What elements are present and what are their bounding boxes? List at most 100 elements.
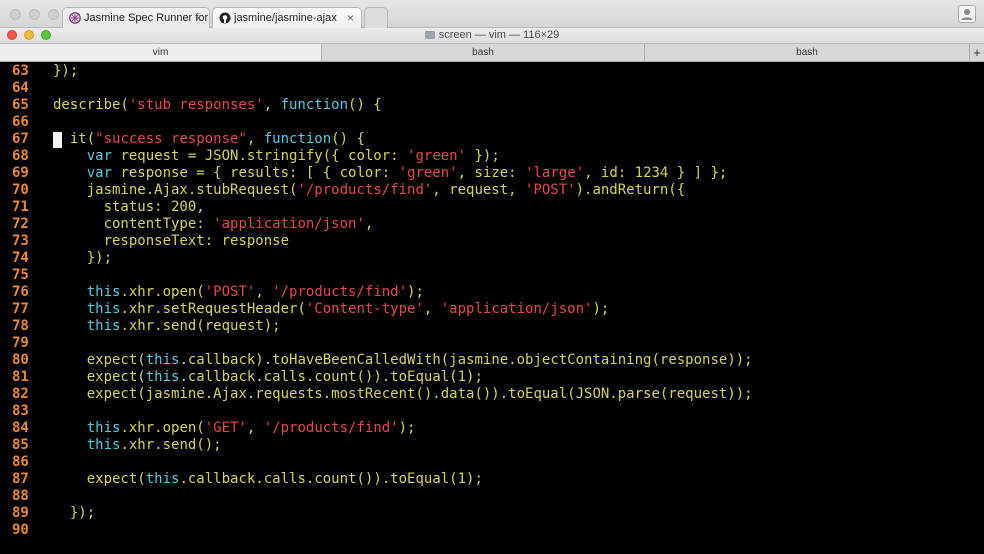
code-token: 'large' xyxy=(525,165,585,181)
close-tab-icon[interactable]: × xyxy=(195,11,202,25)
folder-icon xyxy=(424,31,435,39)
code-token: this xyxy=(86,301,121,317)
code-token: ); xyxy=(592,301,610,317)
terminal-tab-bash[interactable]: bash xyxy=(322,44,645,61)
code-token: this xyxy=(145,471,180,487)
code-token: expect( xyxy=(86,471,146,487)
code-token: expect(jasmine.Ajax.requests.mostRecent(… xyxy=(86,386,753,402)
code-token: function xyxy=(280,97,349,113)
close-window-button[interactable] xyxy=(10,9,21,20)
code-token: var xyxy=(86,165,113,181)
line-number: 64 xyxy=(12,80,29,96)
code-token: .xhr.open( xyxy=(120,420,205,436)
new-terminal-tab-button[interactable]: + xyxy=(970,44,984,61)
code-text: expect(this.callback.calls.count()).toEq… xyxy=(53,471,483,488)
line-number: 66 xyxy=(12,114,29,130)
code-token: , xyxy=(255,284,273,300)
profile-icon[interactable] xyxy=(958,5,976,23)
code-text: this.xhr.send(request); xyxy=(53,318,281,335)
terminal-title-bar: screen — vim — 116×29 xyxy=(0,28,984,44)
line-number: 89 xyxy=(12,505,29,521)
code-text: contentType: 'application/json', xyxy=(53,216,374,233)
terminal-window-title: screen — vim — 116×29 xyxy=(0,29,984,41)
minimize-window-button[interactable] xyxy=(29,9,40,20)
vim-editor[interactable]: 63}); 64 65 describe('stub responses', func… xyxy=(0,62,984,554)
browser-tab-label: Jasmine Spec Runner for t xyxy=(84,12,209,24)
code-text: responseText: response xyxy=(53,233,289,250)
code-token: .callback.calls.count()).toEqual(1); xyxy=(179,471,483,487)
code-token: }); xyxy=(69,505,96,521)
code-token: expect( xyxy=(86,352,146,368)
code-text: this.xhr.open('GET', '/products/find'); xyxy=(53,420,416,437)
code-token: .xhr.send(); xyxy=(120,437,222,453)
code-token: , xyxy=(246,131,264,147)
code-token: , xyxy=(263,97,281,113)
code-token: ); xyxy=(398,420,416,436)
browser-tab-label: jasmine/jasmine-ajax xyxy=(234,12,337,24)
line-number: 87 xyxy=(12,471,29,487)
terminal-tab-vim[interactable]: vim xyxy=(0,44,322,61)
code-token: 'green' xyxy=(407,148,467,164)
browser-tab-jasmine-ajax[interactable]: jasmine/jasmine-ajax × xyxy=(212,7,362,28)
line-number: 73 xyxy=(12,233,29,249)
code-token: jasmine.Ajax.stubRequest( xyxy=(86,182,298,198)
line-number: 88 xyxy=(12,488,29,504)
code-token: .xhr.setRequestHeader( xyxy=(120,301,306,317)
code-token: 'application/json' xyxy=(213,216,365,232)
code-token: it( xyxy=(69,131,96,147)
line-number: 80 xyxy=(12,352,29,368)
code-token: this xyxy=(86,284,121,300)
browser-window-controls xyxy=(10,9,59,20)
line-number: 79 xyxy=(12,335,29,351)
line-number: 68 xyxy=(12,148,29,164)
terminal-tab-bash[interactable]: bash xyxy=(645,44,970,61)
line-number: 65 xyxy=(12,97,29,113)
code-token: () { xyxy=(348,97,382,113)
code-token: .callback.calls.count()).toEqual(1); xyxy=(179,369,483,385)
code-text: }); xyxy=(53,63,78,80)
code-token: 'green' xyxy=(398,165,458,181)
code-token: expect( xyxy=(86,369,146,385)
close-tab-icon[interactable]: × xyxy=(347,11,354,25)
code-text: this.xhr.send(); xyxy=(53,437,222,454)
code-text: this.xhr.setRequestHeader('Content-type'… xyxy=(53,301,610,318)
code-token: 'Content-type' xyxy=(305,301,424,317)
code-token: describe( xyxy=(53,97,129,113)
line-number: 74 xyxy=(12,250,29,266)
code-token: 'stub responses' xyxy=(128,97,264,113)
line-number: 77 xyxy=(12,301,29,317)
code-text: expect(this.callback.calls.count()).toEq… xyxy=(53,369,483,386)
line-number: 83 xyxy=(12,403,29,419)
new-browser-tab-button[interactable] xyxy=(364,7,388,28)
browser-tab-jasmine-spec-runner[interactable]: Jasmine Spec Runner for t × xyxy=(62,7,210,28)
code-token: () { xyxy=(331,131,365,147)
code-text: status: 200, xyxy=(53,199,205,216)
code-text: this.xhr.open('POST', '/products/find'); xyxy=(53,284,424,301)
code-text: it("success response", function() { xyxy=(53,131,365,148)
code-token: }); xyxy=(86,250,113,266)
code-token: contentType: xyxy=(103,216,214,232)
code-token: , xyxy=(246,420,264,436)
maximize-window-button[interactable] xyxy=(48,9,59,20)
code-text: }); xyxy=(53,250,112,267)
line-number: 90 xyxy=(12,522,29,538)
browser-tab-strip: Jasmine Spec Runner for t × jasmine/jasm… xyxy=(0,0,984,28)
code-token: '/products/find' xyxy=(272,284,408,300)
line-number: 85 xyxy=(12,437,29,453)
terminal-title-text: screen — vim — 116×29 xyxy=(438,29,560,41)
line-number: 67 xyxy=(12,131,29,147)
code-token: 'POST' xyxy=(525,182,576,198)
code-token: 'application/json' xyxy=(440,301,593,317)
code-token: this xyxy=(86,318,121,334)
